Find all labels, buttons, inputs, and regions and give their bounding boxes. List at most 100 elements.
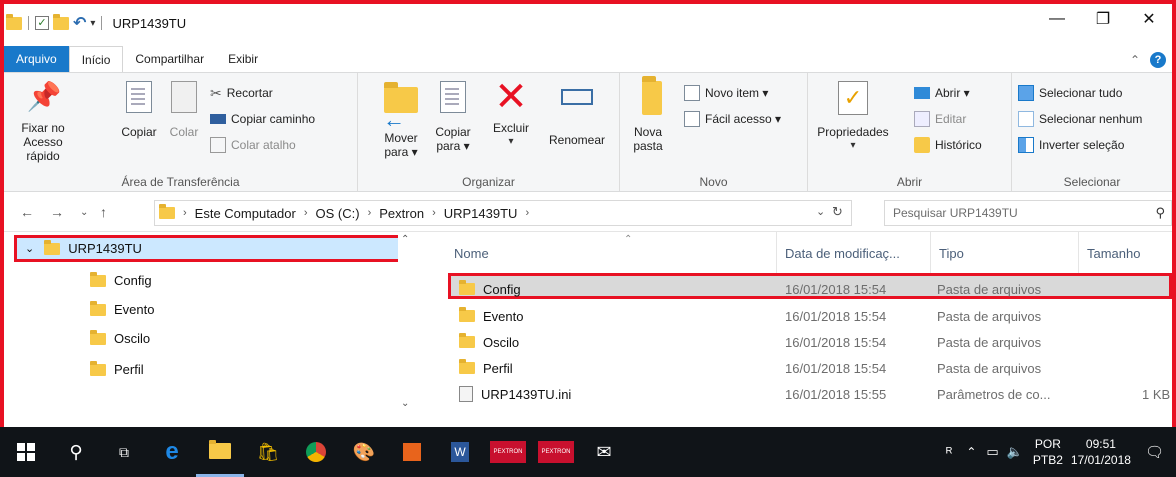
scroll-down-icon[interactable]: ⌄ bbox=[401, 398, 409, 409]
chevron-up-icon[interactable]: ⌃ bbox=[966, 445, 976, 459]
edge-button[interactable]: e bbox=[148, 427, 196, 477]
collapse-ribbon-icon[interactable]: ⌃ bbox=[1130, 53, 1140, 67]
pextron-app-button-1[interactable]: PEXTRON bbox=[484, 427, 532, 477]
edit-button[interactable]: Editar bbox=[914, 109, 966, 129]
copy-path-button[interactable]: Copiar caminho bbox=[210, 109, 315, 129]
network-icon[interactable]: ▭ bbox=[986, 444, 998, 460]
recent-locations-icon[interactable]: ⌄ bbox=[80, 207, 88, 218]
column-header-name[interactable]: Nome bbox=[454, 232, 776, 274]
undo-icon[interactable]: ↶ bbox=[73, 13, 86, 33]
mail-button[interactable]: ✉ bbox=[580, 427, 628, 477]
tree-item-evento[interactable]: Evento bbox=[90, 296, 154, 323]
chevron-right-icon[interactable]: › bbox=[304, 207, 308, 219]
column-header-size[interactable]: Tamanho bbox=[1078, 232, 1172, 274]
store-button[interactable]: 🛍 bbox=[244, 427, 292, 477]
table-row[interactable]: URP1439TU.ini 16/01/2018 15:55 Parâmetro… bbox=[442, 381, 1172, 407]
tab-share[interactable]: Compartilhar bbox=[123, 46, 216, 72]
customize-dropdown-icon[interactable]: ▾ bbox=[90, 18, 95, 29]
breadcrumb-drive[interactable]: OS (C:) bbox=[316, 206, 360, 221]
select-none-button[interactable]: Selecionar nenhum bbox=[1018, 109, 1142, 129]
start-button[interactable] bbox=[0, 427, 52, 477]
cut-button[interactable]: ✂ Recortar bbox=[210, 83, 273, 103]
chevron-right-icon[interactable]: › bbox=[368, 207, 372, 219]
folder-icon[interactable] bbox=[6, 13, 22, 30]
tree-item-perfil[interactable]: Perfil bbox=[90, 356, 144, 383]
tree-item-config[interactable]: Config bbox=[90, 267, 152, 294]
people-icon[interactable]: ᴿ bbox=[946, 444, 952, 460]
language-indicator[interactable]: POR PTB2 bbox=[1033, 436, 1063, 468]
chevron-down-icon[interactable]: ⌄ bbox=[25, 242, 34, 255]
media-button[interactable] bbox=[388, 427, 436, 477]
paste-shortcut-button[interactable]: Colar atalho bbox=[210, 135, 296, 155]
maximize-button[interactable]: ❐ bbox=[1080, 4, 1126, 34]
search-icon[interactable]: ⚲ bbox=[1155, 205, 1165, 221]
select-all-label: Selecionar tudo bbox=[1039, 86, 1123, 100]
paint-button[interactable]: 🎨 bbox=[340, 427, 388, 477]
properties-check-icon[interactable]: ✓ bbox=[35, 16, 49, 30]
word-button[interactable]: W bbox=[436, 427, 484, 477]
file-date: 16/01/2018 15:55 bbox=[785, 386, 887, 402]
up-arrow-icon[interactable]: ↑ bbox=[100, 204, 107, 220]
new-folder-button[interactable]: Nova pasta bbox=[630, 76, 674, 153]
task-view-button[interactable]: ⧉ bbox=[100, 427, 148, 477]
back-arrow-icon[interactable]: ← bbox=[20, 204, 34, 220]
breadcrumb-pextron[interactable]: Pextron bbox=[379, 206, 424, 221]
chevron-right-icon[interactable]: › bbox=[525, 207, 529, 219]
column-header-date[interactable]: Data de modificaç... bbox=[776, 232, 930, 274]
history-button[interactable]: Histórico bbox=[914, 135, 982, 155]
table-row[interactable]: Perfil 16/01/2018 15:54 Pasta de arquivo… bbox=[442, 355, 1172, 381]
tree-item-root[interactable]: ⌄ URP1439TU bbox=[14, 235, 406, 262]
open-button[interactable]: Abrir ▾ bbox=[914, 83, 970, 103]
pin-button[interactable]: 📌 Fixar no Acesso rápido bbox=[14, 77, 74, 163]
delete-dropdown-icon[interactable]: ▾ bbox=[486, 135, 536, 149]
media-icon bbox=[403, 443, 421, 461]
tab-view[interactable]: Exibir bbox=[216, 46, 270, 72]
breadcrumb[interactable]: › Este Computador › OS (C:) › Pextron › … bbox=[154, 200, 852, 226]
select-all-icon bbox=[1018, 85, 1034, 101]
pin-label: Fixar no Acesso rápido bbox=[21, 121, 65, 163]
breadcrumb-this-pc[interactable]: Este Computador bbox=[195, 206, 296, 221]
notifications-icon[interactable]: 🗨 bbox=[1145, 443, 1164, 461]
scroll-up-icon[interactable]: ⌃ bbox=[401, 234, 409, 245]
select-all-button[interactable]: Selecionar tudo bbox=[1018, 83, 1122, 103]
tree-item-oscilo[interactable]: Oscilo bbox=[90, 325, 150, 352]
chevron-right-icon[interactable]: › bbox=[183, 207, 187, 219]
chrome-button[interactable] bbox=[292, 427, 340, 477]
file-explorer-button[interactable] bbox=[196, 427, 244, 477]
properties-button[interactable]: ✓ Propriedades ▾ bbox=[816, 77, 890, 153]
move-to-button[interactable]: ← Mover para ▾ bbox=[378, 77, 424, 159]
tree-scrollbar[interactable]: ⌃ ⌄ bbox=[398, 232, 414, 427]
history-dropdown-icon[interactable]: ⌄ bbox=[816, 205, 825, 218]
breadcrumb-current[interactable]: URP1439TU bbox=[444, 206, 518, 221]
delete-button[interactable]: ✕ Excluir ▾ bbox=[486, 77, 536, 149]
copy-to-button[interactable]: Copiar para ▾ bbox=[430, 77, 476, 153]
close-button[interactable]: ✕ bbox=[1126, 4, 1172, 34]
column-header-type[interactable]: Tipo bbox=[930, 232, 1078, 274]
easy-access-button[interactable]: Fácil acesso ▾ bbox=[684, 109, 781, 129]
table-row[interactable]: Evento 16/01/2018 15:54 Pasta de arquivo… bbox=[442, 303, 1172, 329]
rename-button[interactable]: Renomear bbox=[544, 77, 610, 147]
minimize-button[interactable]: — bbox=[1034, 4, 1080, 34]
help-icon[interactable]: ? bbox=[1150, 52, 1166, 68]
volume-icon[interactable]: 🔈 bbox=[1007, 444, 1023, 460]
new-folder-icon[interactable] bbox=[53, 13, 69, 30]
invert-selection-button[interactable]: Inverter seleção bbox=[1018, 135, 1124, 155]
tab-home[interactable]: Início bbox=[68, 46, 124, 72]
search-button[interactable]: ⚲ bbox=[52, 427, 100, 477]
search-input[interactable]: Pesquisar URP1439TU ⚲ bbox=[884, 200, 1172, 226]
chevron-right-icon[interactable]: › bbox=[432, 207, 436, 219]
properties-dropdown-icon[interactable]: ▾ bbox=[816, 139, 890, 153]
table-row[interactable]: Config 16/01/2018 15:54 Pasta de arquivo… bbox=[448, 273, 1172, 299]
clock[interactable]: 09:51 17/01/2018 bbox=[1071, 436, 1131, 468]
pextron-app-icon: PEXTRON bbox=[538, 441, 574, 463]
language-code: POR bbox=[1034, 437, 1061, 451]
forward-arrow-icon[interactable]: → bbox=[50, 204, 64, 220]
copy-button[interactable]: Copiar bbox=[114, 77, 164, 139]
tab-file[interactable]: Arquivo bbox=[4, 46, 69, 72]
folder-icon bbox=[90, 360, 106, 376]
paste-button[interactable]: Colar bbox=[164, 77, 204, 139]
new-item-button[interactable]: Novo item ▾ bbox=[684, 83, 768, 103]
pextron-app-button-2[interactable]: PEXTRON bbox=[532, 427, 580, 477]
refresh-icon[interactable]: ↻ bbox=[832, 204, 843, 220]
table-row[interactable]: Oscilo 16/01/2018 15:54 Pasta de arquivo… bbox=[442, 329, 1172, 355]
